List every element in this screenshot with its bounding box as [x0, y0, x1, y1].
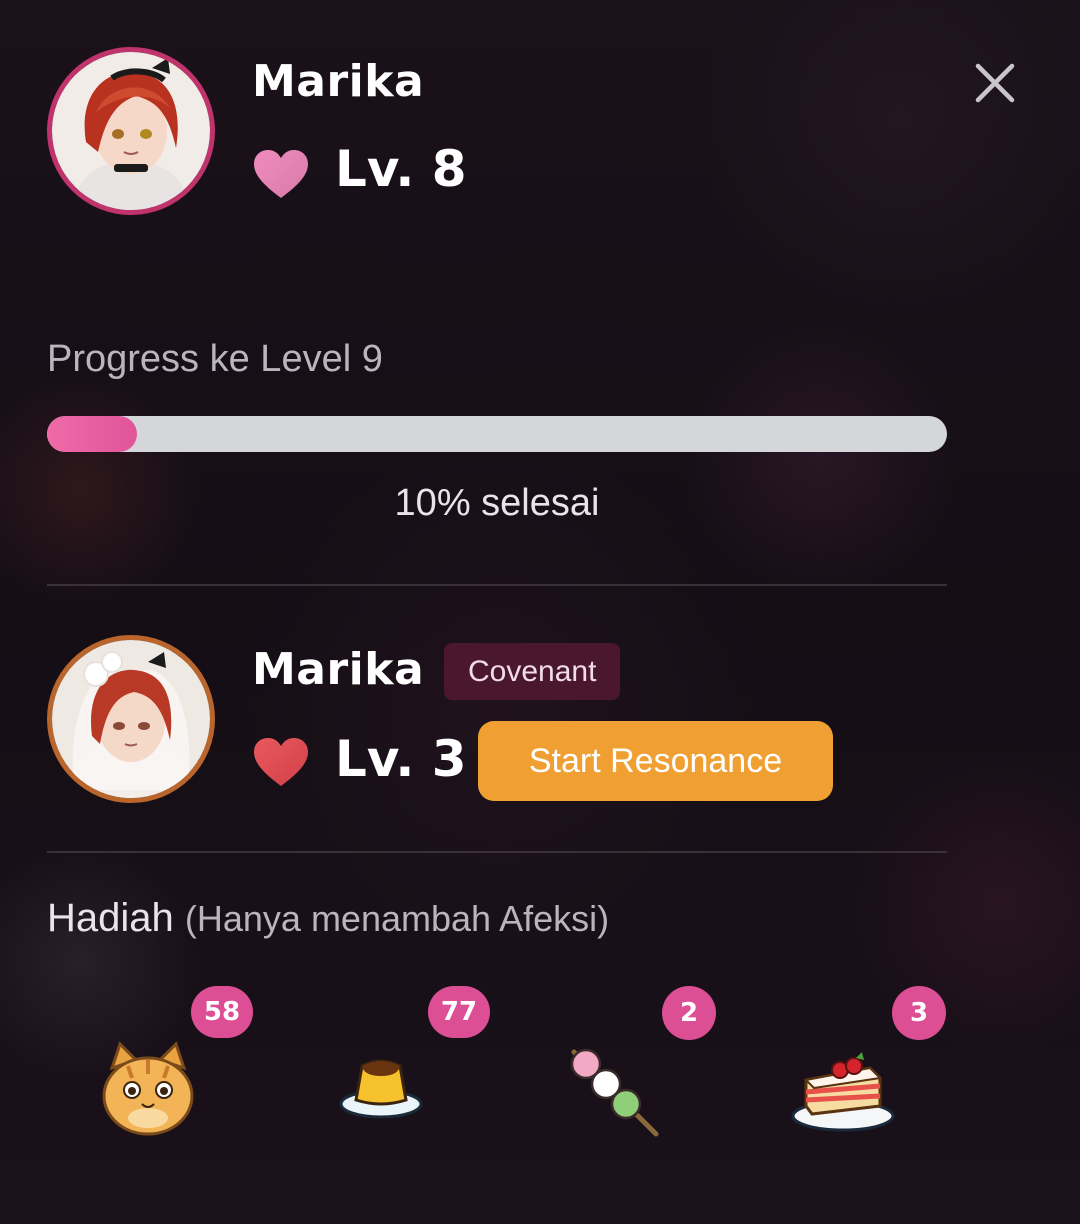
- gift-count-badge: 2: [662, 986, 716, 1040]
- avatar-portrait: [52, 52, 210, 210]
- character-level: Lv. 8: [335, 140, 467, 198]
- divider: [47, 851, 947, 853]
- close-icon: [975, 63, 1015, 103]
- avatar-portrait: [52, 640, 210, 798]
- covenant-avatar[interactable]: [47, 635, 215, 803]
- gifts-title: Hadiah (Hanya menambah Afeksi): [47, 896, 609, 941]
- covenant-level: Lv. 3: [335, 730, 467, 788]
- progress-fill: [47, 416, 137, 452]
- progress-label: Progress ke Level 9: [47, 338, 383, 380]
- covenant-tag: Covenant: [444, 643, 621, 700]
- progress-status: 10% selesai: [394, 482, 600, 524]
- heart-icon: [252, 736, 310, 788]
- gifts-title-text: Hadiah: [47, 896, 174, 940]
- character-name: Marika: [252, 56, 425, 107]
- cake-gift-icon: [791, 1052, 895, 1132]
- divider: [47, 584, 947, 586]
- heart-icon: [252, 148, 310, 200]
- gift-count-badge: 58: [191, 986, 253, 1038]
- dango-gift-icon: [570, 1048, 659, 1137]
- gift-count-badge: 3: [892, 986, 946, 1040]
- character-avatar[interactable]: [47, 47, 215, 215]
- gift-item-pudding[interactable]: 77: [318, 986, 498, 1156]
- gifts-subtitle: (Hanya menambah Afeksi): [184, 898, 610, 939]
- pudding-gift-icon: [339, 1059, 423, 1119]
- progress-bar: [47, 416, 947, 452]
- cat-gift-icon: [102, 1041, 194, 1136]
- gift-count-badge: 77: [428, 986, 490, 1038]
- covenant-character-name: Marika: [252, 644, 425, 695]
- gift-item-cat[interactable]: 58: [80, 986, 260, 1156]
- start-resonance-button[interactable]: Start Resonance: [478, 721, 833, 801]
- gift-item-dango[interactable]: 2: [552, 986, 732, 1156]
- close-button[interactable]: [968, 56, 1022, 110]
- gift-item-cake[interactable]: 3: [784, 986, 964, 1156]
